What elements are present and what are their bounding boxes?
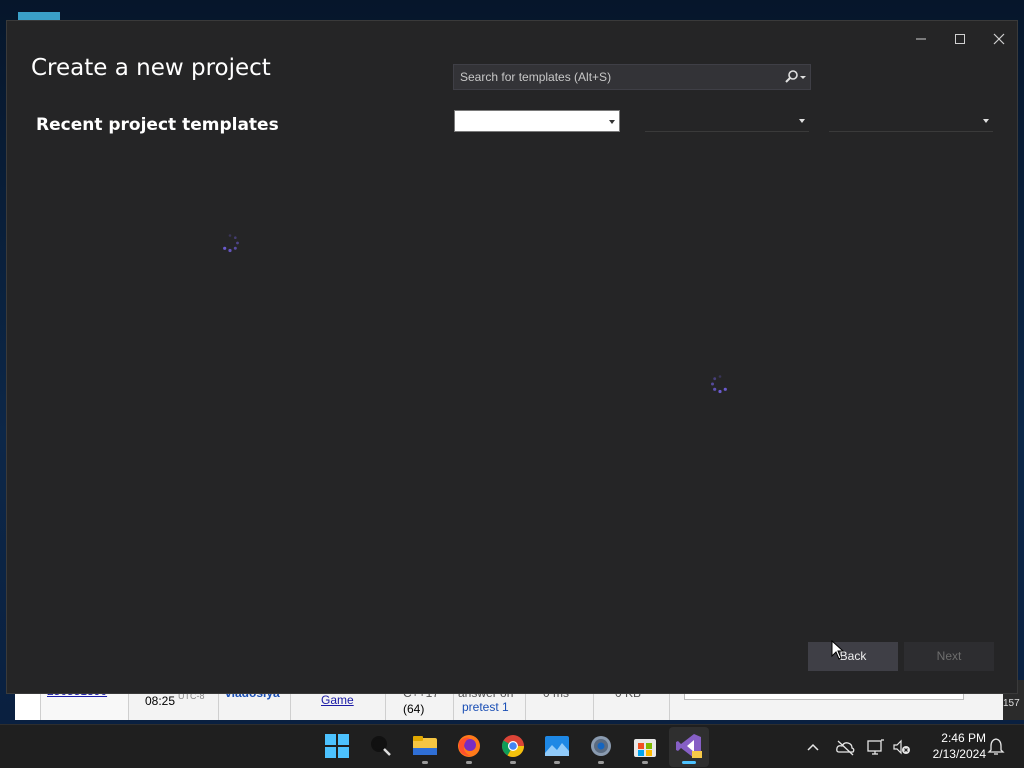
search-icon[interactable] <box>368 733 394 759</box>
maximize-button[interactable] <box>942 25 978 53</box>
maximize-icon <box>955 34 965 44</box>
settings-icon[interactable] <box>588 733 614 759</box>
running-indicator <box>510 761 516 764</box>
search-options-icon[interactable] <box>782 69 810 85</box>
loading-spinner-icon <box>223 234 239 253</box>
chevron-down-icon <box>799 119 805 123</box>
dialog-title: Create a new project <box>31 55 271 81</box>
loading-spinner-icon <box>711 375 727 394</box>
chevron-down-icon <box>983 119 989 123</box>
back-button[interactable]: Back <box>808 642 898 671</box>
notification-bell-icon[interactable] <box>986 737 1006 757</box>
running-indicator <box>422 761 428 764</box>
network-icon[interactable] <box>866 737 886 757</box>
firefox-icon[interactable] <box>456 733 482 759</box>
file-explorer-icon[interactable] <box>412 733 438 759</box>
onedrive-icon[interactable] <box>835 737 855 757</box>
template-search-box[interactable] <box>453 64 811 90</box>
side-text-2: 157 <box>1003 698 1020 709</box>
language-filter-dropdown[interactable] <box>454 110 620 132</box>
microsoft-store-icon[interactable] <box>632 733 658 759</box>
next-button[interactable]: Next <box>904 642 994 671</box>
system-clock[interactable]: 2:46 PM 2/13/2024 <box>920 730 986 762</box>
language-bits: (64) <box>403 702 425 716</box>
close-button[interactable] <box>981 25 1017 53</box>
show-hidden-icons-icon[interactable] <box>803 737 823 757</box>
running-indicator <box>642 761 648 764</box>
chevron-down-icon <box>609 120 615 124</box>
active-indicator <box>682 761 696 764</box>
minimize-icon <box>916 38 926 40</box>
clock-time: 2:46 PM <box>941 731 986 745</box>
problem-link[interactable]: Game <box>321 693 354 707</box>
photos-icon[interactable] <box>544 733 570 759</box>
create-project-dialog: Create a new project Recent project temp… <box>6 20 1018 694</box>
running-indicator <box>598 761 604 764</box>
clock-date: 2/13/2024 <box>932 747 986 761</box>
project-type-filter-dropdown[interactable] <box>829 110 993 132</box>
minimize-button[interactable] <box>903 25 939 53</box>
recent-templates-heading: Recent project templates <box>36 115 279 135</box>
running-indicator <box>466 761 472 764</box>
chrome-icon[interactable] <box>500 733 526 759</box>
running-indicator <box>554 761 560 764</box>
template-search-input[interactable] <box>454 65 774 89</box>
platform-filter-dropdown[interactable] <box>645 110 809 132</box>
verdict-line-2: pretest 1 <box>462 700 509 714</box>
windows-start-icon[interactable] <box>324 733 350 759</box>
submission-time: 08:25 <box>145 694 176 708</box>
mouse-pointer-icon <box>831 640 845 660</box>
visual-studio-preview-icon[interactable] <box>676 733 702 759</box>
close-icon <box>993 33 1005 45</box>
taskbar: 2:46 PM 2/13/2024 <box>0 724 1024 768</box>
volume-muted-icon[interactable] <box>892 737 912 757</box>
